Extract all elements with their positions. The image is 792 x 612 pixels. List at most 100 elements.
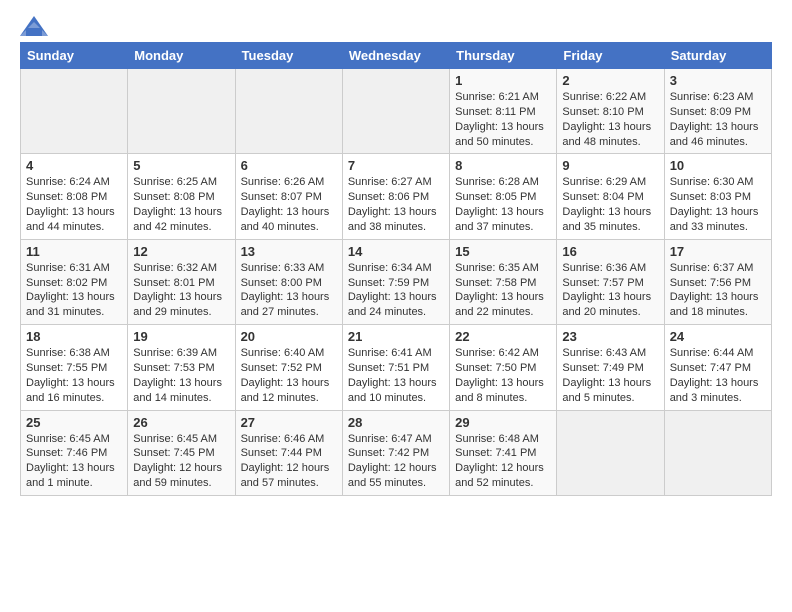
calendar-day-cell: 16 Sunrise: 6:36 AMSunset: 7:57 PMDayligh… [557,239,664,324]
weekday-header-cell: Monday [128,43,235,69]
calendar-day-cell: 28Sunrise: 6:47 AMSunset: 7:42 PMDayligh… [342,410,449,495]
calendar-day-cell: 25Sunrise: 6:45 AMSunset: 7:46 PMDayligh… [21,410,128,495]
calendar-day-cell: 23 Sunrise: 6:43 AMSunset: 7:49 PMDayligh… [557,325,664,410]
calendar-body: 1 Sunrise: 6:21 AMSunset: 8:11 PMDaylight… [21,69,772,496]
cell-text: Sunrise: 6:22 AMSunset: 8:10 PMDaylight:… [562,90,658,149]
calendar-week-row: 1 Sunrise: 6:21 AMSunset: 8:11 PMDaylight… [21,69,772,154]
cell-text: Sunrise: 6:40 AMSunset: 7:52 PMDaylight:… [241,346,337,405]
weekday-header-cell: Tuesday [235,43,342,69]
calendar-day-cell: 1 Sunrise: 6:21 AMSunset: 8:11 PMDaylight… [450,69,557,154]
cell-text: Sunrise: 6:21 AMSunset: 8:11 PMDaylight:… [455,90,551,149]
calendar-day-cell: 18 Sunrise: 6:38 AMSunset: 7:55 PMDayligh… [21,325,128,410]
day-number: 8 [455,158,551,173]
calendar-day-cell: 29 Sunrise: 6:48 AMSunset: 7:41 PMDayligh… [450,410,557,495]
day-number: 11 [26,244,122,259]
day-number: 3 [670,73,766,88]
calendar-day-cell: 26Sunrise: 6:45 AMSunset: 7:45 PMDayligh… [128,410,235,495]
cell-text: Sunrise: 6:23 AMSunset: 8:09 PMDaylight:… [670,90,766,149]
day-number: 17 [670,244,766,259]
cell-text: Sunrise: 6:28 AMSunset: 8:05 PMDaylight:… [455,175,551,234]
calendar-day-cell: 7 Sunrise: 6:27 AMSunset: 8:06 PMDaylight… [342,154,449,239]
calendar-day-cell: 13 Sunrise: 6:33 AMSunset: 8:00 PMDayligh… [235,239,342,324]
cell-text: Sunrise: 6:44 AMSunset: 7:47 PMDaylight:… [670,346,766,405]
calendar-day-cell [557,410,664,495]
calendar-day-cell: 8 Sunrise: 6:28 AMSunset: 8:05 PMDaylight… [450,154,557,239]
calendar-day-cell: 9 Sunrise: 6:29 AMSunset: 8:04 PMDaylight… [557,154,664,239]
day-number: 13 [241,244,337,259]
cell-text: Sunrise: 6:39 AMSunset: 7:53 PMDaylight:… [133,346,229,405]
day-number: 25 [26,415,122,430]
cell-text: Sunrise: 6:26 AMSunset: 8:07 PMDaylight:… [241,175,337,234]
calendar-day-cell: 6 Sunrise: 6:26 AMSunset: 8:07 PMDaylight… [235,154,342,239]
calendar-day-cell [21,69,128,154]
day-number: 27 [241,415,337,430]
calendar-week-row: 25Sunrise: 6:45 AMSunset: 7:46 PMDayligh… [21,410,772,495]
day-number: 12 [133,244,229,259]
cell-text: Sunrise: 6:24 AMSunset: 8:08 PMDaylight:… [26,175,122,234]
calendar-day-cell: 2 Sunrise: 6:22 AMSunset: 8:10 PMDaylight… [557,69,664,154]
cell-text: Sunrise: 6:47 AMSunset: 7:42 PMDaylight:… [348,432,444,491]
cell-text: Sunrise: 6:31 AMSunset: 8:02 PMDaylight:… [26,261,122,320]
cell-text: Sunrise: 6:36 AMSunset: 7:57 PMDaylight:… [562,261,658,320]
calendar-day-cell: 14Sunrise: 6:34 AMSunset: 7:59 PMDayligh… [342,239,449,324]
day-number: 24 [670,329,766,344]
cell-text: Sunrise: 6:29 AMSunset: 8:04 PMDaylight:… [562,175,658,234]
day-number: 26 [133,415,229,430]
day-number: 5 [133,158,229,173]
calendar-week-row: 11 Sunrise: 6:31 AMSunset: 8:02 PMDayligh… [21,239,772,324]
cell-text: Sunrise: 6:34 AMSunset: 7:59 PMDaylight:… [348,261,444,320]
day-number: 22 [455,329,551,344]
cell-text: Sunrise: 6:42 AMSunset: 7:50 PMDaylight:… [455,346,551,405]
cell-text: Sunrise: 6:43 AMSunset: 7:49 PMDaylight:… [562,346,658,405]
day-number: 9 [562,158,658,173]
calendar-day-cell: 21 Sunrise: 6:41 AMSunset: 7:51 PMDayligh… [342,325,449,410]
calendar-day-cell: 20 Sunrise: 6:40 AMSunset: 7:52 PMDayligh… [235,325,342,410]
calendar-day-cell: 22 Sunrise: 6:42 AMSunset: 7:50 PMDayligh… [450,325,557,410]
header [20,16,772,36]
cell-text: Sunrise: 6:38 AMSunset: 7:55 PMDaylight:… [26,346,122,405]
calendar-table: SundayMondayTuesdayWednesdayThursdayFrid… [20,42,772,496]
calendar-day-cell: 19Sunrise: 6:39 AMSunset: 7:53 PMDayligh… [128,325,235,410]
cell-text: Sunrise: 6:32 AMSunset: 8:01 PMDaylight:… [133,261,229,320]
cell-text: Sunrise: 6:27 AMSunset: 8:06 PMDaylight:… [348,175,444,234]
cell-text: Sunrise: 6:41 AMSunset: 7:51 PMDaylight:… [348,346,444,405]
calendar-day-cell: 10 Sunrise: 6:30 AMSunset: 8:03 PMDayligh… [664,154,771,239]
day-number: 2 [562,73,658,88]
day-number: 29 [455,415,551,430]
day-number: 16 [562,244,658,259]
calendar-week-row: 4Sunrise: 6:24 AMSunset: 8:08 PMDaylight… [21,154,772,239]
day-number: 7 [348,158,444,173]
calendar-day-cell: 24 Sunrise: 6:44 AMSunset: 7:47 PMDayligh… [664,325,771,410]
day-number: 23 [562,329,658,344]
calendar-day-cell: 27 Sunrise: 6:46 AMSunset: 7:44 PMDayligh… [235,410,342,495]
day-number: 21 [348,329,444,344]
cell-text: Sunrise: 6:48 AMSunset: 7:41 PMDaylight:… [455,432,551,491]
cell-text: Sunrise: 6:33 AMSunset: 8:00 PMDaylight:… [241,261,337,320]
weekday-header-cell: Saturday [664,43,771,69]
calendar-day-cell [128,69,235,154]
weekday-header-cell: Friday [557,43,664,69]
calendar-day-cell: 12 Sunrise: 6:32 AMSunset: 8:01 PMDayligh… [128,239,235,324]
cell-text: Sunrise: 6:37 AMSunset: 7:56 PMDaylight:… [670,261,766,320]
weekday-header-cell: Thursday [450,43,557,69]
weekday-header-cell: Sunday [21,43,128,69]
day-number: 10 [670,158,766,173]
calendar-day-cell: 15 Sunrise: 6:35 AMSunset: 7:58 PMDayligh… [450,239,557,324]
cell-text: Sunrise: 6:25 AMSunset: 8:08 PMDaylight:… [133,175,229,234]
calendar-week-row: 18 Sunrise: 6:38 AMSunset: 7:55 PMDayligh… [21,325,772,410]
calendar-day-cell: 11 Sunrise: 6:31 AMSunset: 8:02 PMDayligh… [21,239,128,324]
cell-text: Sunrise: 6:46 AMSunset: 7:44 PMDaylight:… [241,432,337,491]
calendar-day-cell [342,69,449,154]
day-number: 20 [241,329,337,344]
calendar-day-cell: 5 Sunrise: 6:25 AMSunset: 8:08 PMDaylight… [128,154,235,239]
calendar-day-cell [235,69,342,154]
cell-text: Sunrise: 6:30 AMSunset: 8:03 PMDaylight:… [670,175,766,234]
day-number: 6 [241,158,337,173]
day-number: 18 [26,329,122,344]
calendar-day-cell: 17 Sunrise: 6:37 AMSunset: 7:56 PMDayligh… [664,239,771,324]
cell-text: Sunrise: 6:35 AMSunset: 7:58 PMDaylight:… [455,261,551,320]
calendar-day-cell [664,410,771,495]
day-number: 1 [455,73,551,88]
day-number: 15 [455,244,551,259]
calendar-day-cell: 3 Sunrise: 6:23 AMSunset: 8:09 PMDaylight… [664,69,771,154]
